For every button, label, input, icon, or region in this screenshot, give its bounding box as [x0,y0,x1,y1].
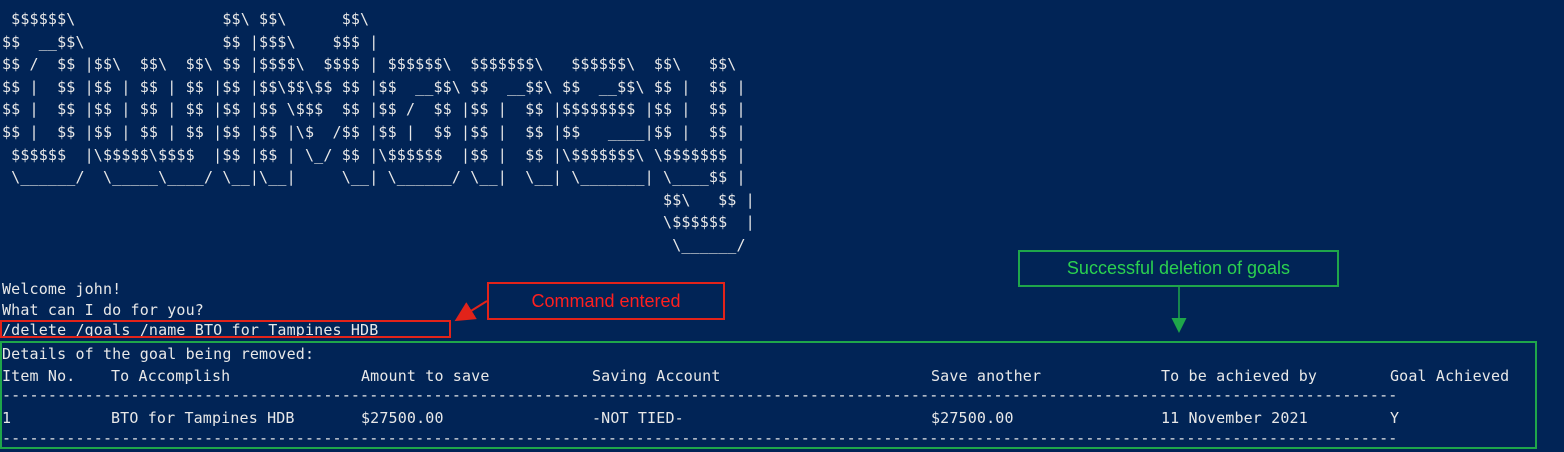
welcome-message: Welcome john! [2,280,122,298]
successful-deletion-label: Successful deletion of goals [1018,250,1339,287]
deletion-highlight-box [0,341,1537,449]
command-entered-label: Command entered [487,282,725,320]
ascii-banner: $$$$$$\ $$\ $$\ $$\ $$ __$$\ $$ |$$$\ $$… [2,10,755,254]
command-highlight-box [0,320,451,338]
